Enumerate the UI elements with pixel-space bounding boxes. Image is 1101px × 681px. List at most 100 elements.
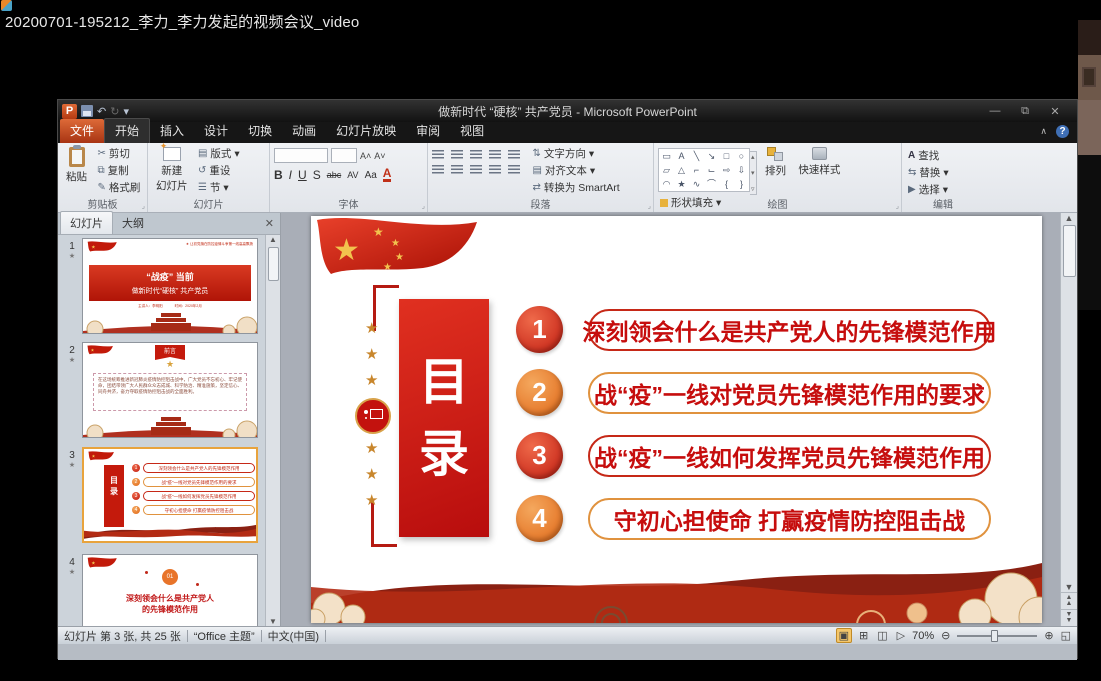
shadow-button[interactable]: S [313,168,321,182]
language-indicator[interactable]: 中文(中国) [268,628,319,644]
slide-thumbnail-4[interactable]: ★ 01 深刻领会什么是共产党人 的先锋模范作用 [82,554,258,626]
minimize-button[interactable]: — [987,105,1003,118]
tab-slideshow[interactable]: 幻灯片放映 [326,119,406,143]
scroll-down-icon[interactable]: ▼ [1065,582,1074,592]
align-left-icon[interactable] [432,165,444,174]
zoom-slider-thumb[interactable] [991,630,998,642]
previous-slide-button[interactable]: ▲▲ [1061,592,1077,609]
reading-view-button[interactable]: ◫ [875,629,889,642]
select-button[interactable]: ▶选择 ▾ [908,182,949,197]
tab-home[interactable]: 开始 [104,118,150,143]
tab-review[interactable]: 审阅 [406,119,450,143]
increase-indent-icon[interactable] [489,150,501,159]
toc-title-box[interactable]: 目 录 [399,299,489,537]
tab-transitions[interactable]: 切换 [238,119,282,143]
window-title: 做新时代 “硬核” 共产党员 - Microsoft PowerPoint [58,103,1077,120]
normal-view-button[interactable]: ▣ [836,628,852,643]
cut-button[interactable]: ✂剪切 [97,146,140,161]
copy-button[interactable]: ⧉复制 [97,163,140,178]
columns-icon[interactable] [508,165,520,174]
help-button[interactable]: ? [1056,125,1069,138]
shrink-font-icon[interactable]: A˅ [374,151,385,161]
reset-button[interactable]: ↺重设 [198,163,240,178]
new-slide-button[interactable]: 新建 幻灯片 [152,146,192,194]
slide-sorter-view-button[interactable]: ⊞ [857,629,870,642]
format-painter-button[interactable]: ✎格式刷 [97,180,140,195]
item-number-circle: 2 [516,369,563,416]
scrollbar-thumb[interactable] [268,247,279,281]
slide-canvas[interactable]: ★ ★ ★ ★ ★ ★★★ ★★★ [311,216,1042,623]
layout-button[interactable]: ▤版式 ▾ [198,146,240,161]
grow-font-icon[interactable]: A˄ [360,151,371,161]
zoom-level[interactable]: 70% [912,630,934,642]
panel-scrollbar[interactable]: ▲ ▼ [265,235,280,626]
font-name-input[interactable] [274,148,328,163]
slideshow-view-button[interactable]: ▷ [895,629,907,642]
tiananmen-graphic [83,411,258,437]
tab-view[interactable]: 视图 [450,119,494,143]
dialog-launcher-icon[interactable]: ⌟ [896,202,899,210]
svg-text:★: ★ [91,348,95,353]
bold-button[interactable]: B [274,168,283,182]
tab-file[interactable]: 文件 [60,119,104,143]
slide-thumbnail-1[interactable]: ★ ★ 让初党旗在防控疫情斗争第一线高高飘扬 “战疫” 当前 做新时代“硬核” … [82,238,258,334]
save-icon[interactable] [81,105,93,117]
smartart-button[interactable]: ⇄转换为 SmartArt [532,180,619,195]
text-direction-button[interactable]: ⇅文字方向 ▾ [532,146,619,161]
section-button[interactable]: ☰节 ▾ [198,180,240,195]
italic-button[interactable]: I [289,168,292,182]
decrease-indent-icon[interactable] [470,150,482,159]
dialog-launcher-icon[interactable]: ⌟ [422,202,425,210]
zoom-out-icon[interactable]: ⊖ [939,629,952,642]
panel-tab-slides[interactable]: 幻灯片 [60,211,113,234]
quick-styles-button[interactable]: 快速样式 [794,146,844,178]
undo-icon[interactable]: ↶ [97,105,106,118]
underline-button[interactable]: U [298,168,307,182]
restore-button[interactable]: ⧉ [1017,105,1033,118]
flag-icon: ★ [85,345,115,359]
arrange-button[interactable]: 排列 [761,146,790,179]
numbering-icon[interactable] [451,150,463,159]
dialog-launcher-icon[interactable]: ⌟ [648,202,651,210]
fit-to-window-icon[interactable]: ◱ [1061,629,1071,642]
tab-insert[interactable]: 插入 [150,119,194,143]
slide-number: 3★ [65,450,79,469]
panel-close-icon[interactable]: ✕ [265,217,274,230]
replace-button[interactable]: ⇆替换 ▾ [908,165,949,180]
editor-scrollbar[interactable]: ▲ ▼ ▲▲ ▼▼ [1060,213,1077,626]
paste-button[interactable]: 粘贴 [62,146,91,185]
tab-design[interactable]: 设计 [194,119,238,143]
panel-tab-outline[interactable]: 大纲 [113,212,153,234]
powerpoint-logo-icon[interactable]: P [62,104,77,119]
line-spacing-icon[interactable] [508,150,520,159]
scroll-down-icon[interactable]: ▼ [269,617,277,626]
collapse-ribbon-icon[interactable]: ∧ [1040,126,1047,137]
find-button[interactable]: A查找 [908,148,949,163]
font-color-button[interactable]: A [383,168,392,182]
align-text-button[interactable]: ▤对齐文本 ▾ [532,163,619,178]
scrollbar-thumb[interactable] [1063,225,1076,277]
bullets-icon[interactable] [432,150,444,159]
zoom-slider[interactable] [957,635,1037,637]
qat-dropdown-icon[interactable]: ▾ [123,105,129,118]
justify-icon[interactable] [489,165,501,174]
align-right-icon[interactable] [470,165,482,174]
shapes-gallery-scroll[interactable]: ▴▾▿ [750,151,757,195]
slide-thumbnail-3-selected[interactable]: ★ 目录 1深刻领会什么是共产党人的先锋模范作用 2战“疫”一线对党员先锋模范作… [82,447,258,543]
slide-thumbnail-2[interactable]: ★ 前言 ★ 在这场统筹推进新冠肺炎疫情防控阻击战中，广大党员不忘初心、牢记使命… [82,342,258,438]
theme-name[interactable]: “Office 主题” [194,628,255,644]
scroll-up-icon[interactable]: ▲ [269,235,277,244]
strikethrough-button[interactable]: abc [327,170,342,180]
font-size-input[interactable] [331,148,357,163]
next-slide-button[interactable]: ▼▼ [1061,609,1077,626]
tab-animations[interactable]: 动画 [282,119,326,143]
dialog-launcher-icon[interactable]: ⌟ [142,202,145,210]
scroll-up-icon[interactable]: ▲ [1065,213,1074,223]
align-center-icon[interactable] [451,165,463,174]
change-case-button[interactable]: Aa [365,170,377,181]
shapes-gallery[interactable]: ▭A╲↘□○ ▱△⌐⌙⇨⇩ ◠★∿⌒{} [658,148,750,192]
zoom-in-icon[interactable]: ⊕ [1042,629,1055,642]
close-button[interactable]: ✕ [1047,105,1063,118]
redo-icon[interactable]: ↻ [110,105,119,118]
char-spacing-button[interactable]: AV [347,170,358,180]
